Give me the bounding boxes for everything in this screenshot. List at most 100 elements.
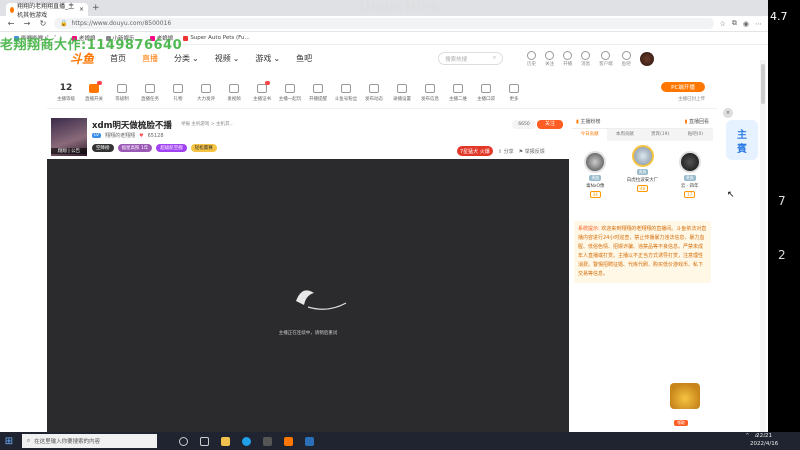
fish-icon: [621, 50, 631, 60]
treasure-chest-icon[interactable]: [670, 383, 700, 409]
rank-pill[interactable]: 7星猛犬 火爆: [457, 146, 493, 156]
fans-icon: [341, 83, 351, 93]
scrollbar-thumb[interactable]: [761, 64, 765, 104]
system-notice: 系统提示: 欢迎来到翔翔的老翔翔的直播间。斗鱼依法对直播内容进行24小时巡查，禁…: [574, 221, 711, 283]
toolbar-item[interactable]: 主播证书: [249, 80, 275, 102]
task-icon: [145, 83, 155, 93]
history-icon: [527, 50, 537, 60]
room-actions: 7星猛犬 火爆 ⇪ 分享 ⚑ 举报反馈: [457, 146, 545, 156]
search-placeholder: 搜索热搜: [445, 56, 468, 63]
qrcode-icon: [453, 83, 463, 93]
fan-rank-title[interactable]: ▮ 主播粉榜: [576, 118, 600, 125]
edge-icon[interactable]: [242, 436, 251, 446]
page-scrollbar[interactable]: [760, 60, 766, 432]
report-button[interactable]: ⚑ 举报反馈: [519, 148, 545, 155]
video-player[interactable]: 主播正在连续中，请稍后重试: [47, 159, 569, 432]
notice-label: 系统提示:: [578, 226, 600, 232]
tab-week[interactable]: 本周贡献: [607, 129, 642, 141]
more-icon: [509, 83, 519, 93]
download-icon: [601, 50, 611, 60]
collections-icon[interactable]: ⧉: [732, 19, 737, 28]
toolbar-item[interactable]: 斗鱼号粉丝: [333, 83, 359, 102]
contributor[interactable]: 贵族 白虎拉波安大厂 48: [627, 145, 658, 213]
douyu-app-icon[interactable]: [284, 436, 293, 446]
windows-start-icon[interactable]: ⊞: [0, 436, 18, 447]
chevron-down-icon: ⌄: [232, 54, 240, 63]
nav-live[interactable]: 直播: [142, 53, 158, 64]
chevron-up-icon[interactable]: ^: [745, 433, 749, 439]
obs-icon[interactable]: [305, 436, 314, 446]
mouse-cursor-icon: ↖: [727, 190, 735, 200]
rank-icon: ▮: [576, 119, 579, 125]
nav-category[interactable]: 分类 ⌄: [174, 53, 199, 64]
nav-home[interactable]: 首页: [110, 53, 126, 64]
promo-close-icon[interactable]: ×: [723, 108, 733, 118]
taskbar-search-input[interactable]: ⌕ 在这里输入你要搜索的内容: [22, 434, 157, 448]
toolbar-item[interactable]: 礼物: [165, 83, 191, 102]
toolbar-item[interactable]: 直播任务: [137, 83, 163, 102]
contributor[interactable]: 贵族 毒NxO像 34: [584, 151, 607, 213]
host-name[interactable]: 翔翔的老翔翔: [105, 132, 135, 139]
treasure-label[interactable]: 领取: [674, 420, 688, 426]
contributor[interactable]: 贵族 云ㆍ四年 17: [678, 151, 701, 213]
toolbar-item[interactable]: 大力发评: [193, 83, 219, 102]
task-view-icon[interactable]: [200, 436, 209, 446]
nav-video[interactable]: 视频 ⌄: [215, 53, 240, 64]
room-category[interactable]: 举报 主机游戏 > 主机其...: [181, 121, 234, 127]
follow-button[interactable]: 关注: [537, 120, 563, 129]
pc-live-button[interactable]: PC端开播: [661, 82, 705, 92]
room-badge[interactable]: 福星高照 1年: [117, 144, 153, 152]
toolbar-item[interactable]: 更多: [501, 83, 527, 102]
share-button[interactable]: ⇪ 分享: [498, 148, 514, 155]
replay-title[interactable]: ▮ 直播回看: [685, 118, 709, 125]
messages-button[interactable]: 消息: [581, 50, 591, 67]
forward-icon[interactable]: →: [22, 19, 32, 28]
back-icon[interactable]: ←: [6, 19, 16, 28]
report-icon: ⚑: [518, 148, 524, 155]
nav-yuba[interactable]: 鱼吧: [296, 53, 312, 64]
history-button[interactable]: 历史: [527, 50, 537, 67]
tab-post[interactable]: 贴吧(0): [678, 129, 713, 141]
avatar: [631, 145, 654, 167]
yuba-button[interactable]: 鱼吧: [621, 50, 631, 67]
video-upload-icon: [229, 83, 239, 93]
taskbar-clock[interactable]: 22:21 2022/4/16: [750, 433, 778, 448]
menu-icon[interactable]: ⋯: [755, 20, 762, 28]
camera-icon: [563, 50, 573, 60]
toolbar-item[interactable]: 主播口袋: [473, 83, 499, 102]
room-avatar-label: 翔翔 | 公告: [51, 148, 87, 154]
reload-icon[interactable]: ↻: [38, 19, 48, 28]
nav-game[interactable]: 游戏 ⌄: [255, 53, 280, 64]
profile-icon[interactable]: ◉: [743, 20, 749, 28]
follow-list-button[interactable]: 关注: [545, 50, 555, 67]
toolbar-item[interactable]: 发视频: [221, 83, 247, 102]
user-avatar[interactable]: [639, 51, 654, 66]
toolbar-item[interactable]: 主播一起玩: [277, 83, 303, 102]
go-live-button[interactable]: 开播: [563, 50, 573, 67]
toolbar-item[interactable]: 主播二维: [445, 83, 471, 102]
app-icon[interactable]: [263, 436, 272, 446]
level-display[interactable]: 12 主播等级: [53, 83, 79, 102]
url-field[interactable]: 🔒 https://www.douyu.com/8500016: [54, 18, 714, 29]
room-badge[interactable]: 空降榜: [92, 144, 114, 152]
search-icon[interactable]: ⌕: [493, 55, 496, 62]
client-download-button[interactable]: 客户端: [599, 50, 613, 67]
level-number: 12: [59, 83, 73, 93]
site-search-input[interactable]: 搜索热搜 ⌕: [438, 52, 504, 65]
toolbar-item[interactable]: 录播设置: [389, 83, 415, 102]
bookmark-item[interactable]: Super Auto Pets (Fu...: [183, 35, 250, 41]
cortana-icon[interactable]: [179, 436, 188, 446]
toolbar-item[interactable]: 发布信息: [417, 83, 443, 102]
room-badge[interactable]: 轻松赢赛: [190, 144, 217, 152]
tab-vip[interactable]: 贵宾(19): [643, 129, 678, 141]
tab-today[interactable]: 今日贡献: [572, 129, 608, 141]
info-icon: [425, 83, 435, 93]
toolbar-item[interactable]: 等级制: [109, 83, 135, 102]
favorites-icon[interactable]: ☆: [720, 20, 726, 28]
toolbar-item[interactable]: 直播开关: [81, 80, 107, 102]
room-badge[interactable]: 超级航空舰: [156, 144, 187, 152]
toolbar-item[interactable]: 发布动态: [361, 83, 387, 102]
file-explorer-icon[interactable]: [221, 436, 230, 446]
promo-banner-icon[interactable]: 主 賓: [722, 118, 762, 162]
toolbar-item[interactable]: 开播提醒: [305, 83, 331, 102]
